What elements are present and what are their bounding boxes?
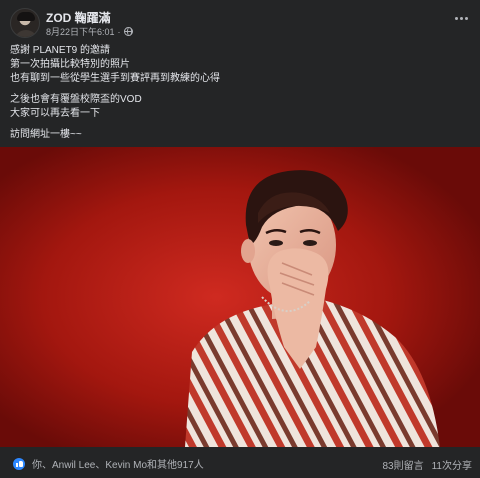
author-avatar[interactable]: [10, 8, 40, 38]
caption-line: 訪問網址一樓~~: [10, 129, 82, 140]
dot-icon: [454, 16, 458, 20]
right-eye: [303, 240, 317, 246]
caption-line: 之後也會有覆盤校際盃的VOD: [10, 94, 142, 105]
dot-icon: [464, 16, 468, 20]
meta-separator: ·: [117, 26, 121, 37]
avatar-shoulders: [14, 30, 38, 37]
left-eye: [269, 240, 283, 246]
comments-count[interactable]: 83則留言: [382, 457, 423, 472]
post-footer: 你、Anwil Lee、Kevin Mo和其他917人 83則留言 11次分享: [0, 447, 480, 478]
caption-line: 第一次拍攝比較特別的照片: [10, 59, 130, 70]
caption-line: 也有聊到一些從學生選手到賽評再到教練的心得: [10, 73, 220, 84]
engagement-stats: 83則留言 11次分享: [382, 457, 472, 472]
more-options-button[interactable]: [450, 10, 472, 26]
caption-line: 大家可以再去看一下: [10, 108, 100, 119]
author-name[interactable]: ZOD 鞠躍滿: [46, 9, 111, 26]
portrait-illustration: [0, 147, 480, 447]
reactions-summary[interactable]: 你、Anwil Lee、Kevin Mo和其他917人: [12, 456, 204, 471]
post-photo[interactable]: [0, 147, 480, 447]
facebook-post-card: ZOD 鞠躍滿 8月22日下午6:01 · 感謝 PLANET9 的邀請 第一次…: [0, 0, 480, 478]
post-header: ZOD 鞠躍滿 8月22日下午6:01 ·: [0, 0, 480, 40]
post-caption: 感謝 PLANET9 的邀請 第一次拍攝比較特別的照片 也有聊到一些從學生選手到…: [10, 44, 470, 142]
ear: [241, 239, 255, 263]
caption-line: 感謝 PLANET9 的邀請: [10, 45, 111, 56]
like-icon: [12, 456, 26, 471]
post-meta: 8月22日下午6:01 ·: [46, 25, 133, 38]
post-timestamp[interactable]: 8月22日下午6:01: [46, 25, 115, 38]
avatar-hair: [17, 12, 35, 21]
shares-count[interactable]: 11次分享: [432, 457, 472, 472]
dot-icon: [459, 16, 463, 20]
globe-icon[interactable]: [123, 27, 133, 36]
reactions-text[interactable]: 你、Anwil Lee、Kevin Mo和其他917人: [32, 456, 204, 471]
